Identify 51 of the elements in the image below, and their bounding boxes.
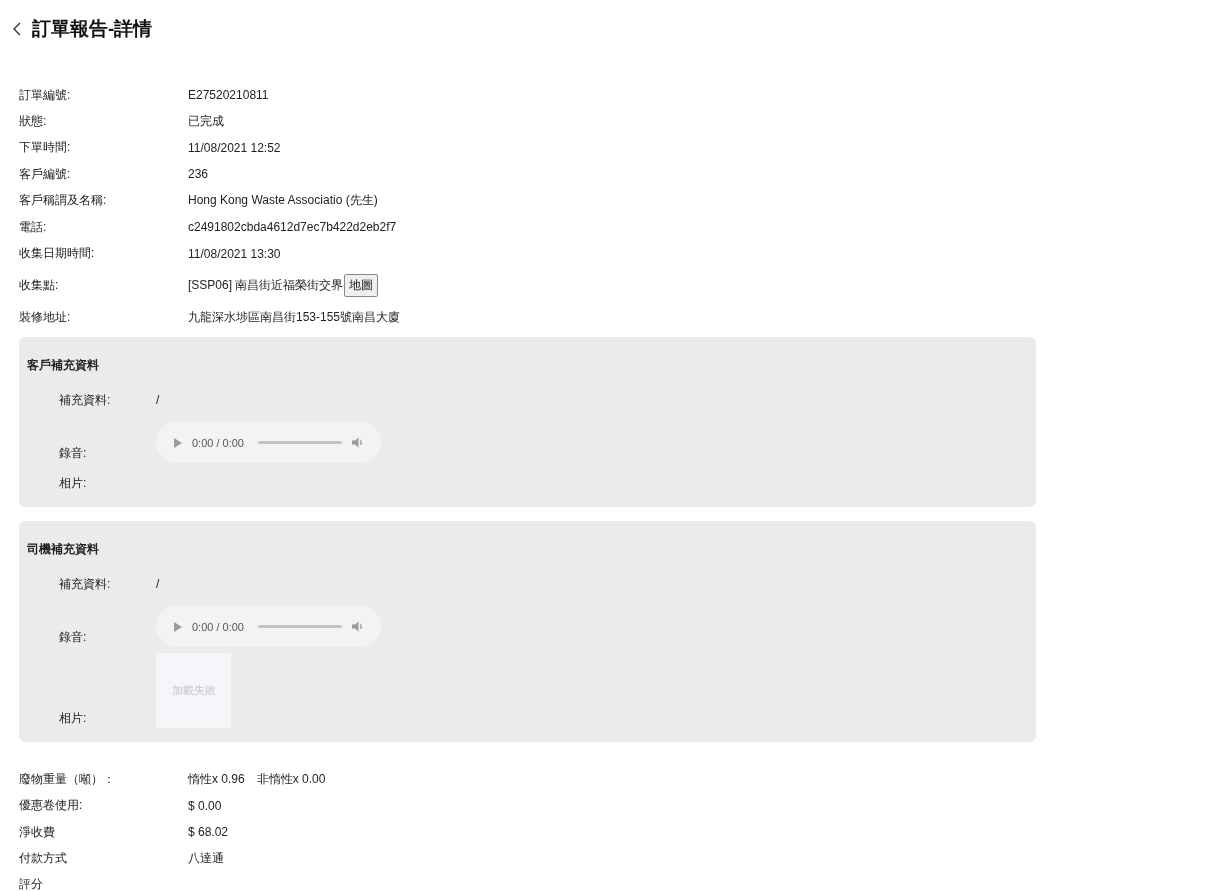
field-label: 客戶編號: — [19, 165, 72, 183]
audio-player[interactable]: 0:00 / 0:00 — [156, 606, 381, 648]
field-label: 付款方式 — [19, 850, 68, 867]
field-value: $ 68.02 — [188, 825, 229, 840]
field-label: 錄音: — [59, 629, 88, 647]
field-label: 下單時間: — [19, 139, 72, 157]
back-icon[interactable] — [12, 21, 22, 37]
field-value: $ 0.00 — [188, 798, 222, 813]
field-label: 補充資料: — [59, 392, 112, 410]
field-label: 裝修地址: — [19, 309, 72, 327]
field-label: 相片: — [59, 475, 88, 493]
audio-progress-track[interactable] — [258, 441, 342, 445]
field-value: / — [156, 577, 160, 592]
field-value: [SSP06] 南昌街近福榮街交界 — [188, 277, 344, 295]
map-button[interactable]: 地圖 — [344, 274, 379, 298]
audio-time: 0:00 / 0:00 — [192, 620, 244, 633]
field-label: 淨收費 — [19, 823, 56, 841]
audio-progress-track[interactable] — [258, 625, 342, 629]
field-label: 相片: — [59, 710, 88, 728]
field-value: 非惰性x 0.00 — [256, 770, 326, 788]
volume-icon[interactable] — [352, 437, 364, 449]
field-label: 錄音: — [59, 445, 88, 463]
play-icon[interactable] — [174, 621, 182, 632]
card-title: 司機補充資料 — [27, 541, 100, 559]
audio-time: 0:00 / 0:00 — [192, 436, 244, 449]
volume-icon[interactable] — [352, 621, 364, 633]
field-value: 八達通 — [188, 850, 224, 867]
field-value: 惰性x 0.96 — [188, 770, 245, 788]
field-value: 已完成 — [188, 113, 224, 131]
field-label: 狀態: — [19, 113, 48, 131]
field-label: 電話: — [19, 218, 48, 236]
field-label: 客戶稱謂及名稱: — [19, 192, 108, 210]
field-value: 11/08/2021 13:30 — [188, 246, 281, 261]
play-icon[interactable] — [174, 437, 182, 448]
field-label: 廢物重量（噸）： — [19, 770, 116, 788]
audio-player[interactable]: 0:00 / 0:00 — [156, 422, 381, 464]
field-value: c2491802cbda4612d7ec7b422d2eb2f7 — [188, 220, 397, 235]
field-value: Hong Kong Waste Associatio (先生) — [188, 192, 378, 210]
field-label: 收集點: — [19, 277, 60, 295]
field-value: 236 — [188, 167, 209, 182]
field-value: / — [156, 393, 160, 408]
field-value: E27520210811 — [188, 88, 269, 103]
field-label: 收集日期時間: — [19, 245, 96, 263]
field-label: 訂單編號: — [19, 86, 72, 104]
field-value: 九龍深水埗區南昌街153-155號南昌大廈 — [188, 309, 401, 327]
field-label: 補充資料: — [59, 576, 112, 594]
card-title: 客戶補充資料 — [27, 357, 100, 375]
field-value: 11/08/2021 12:52 — [188, 140, 281, 155]
page-title: 訂單報告-詳情 — [32, 17, 153, 41]
field-label: 優惠卷使用: — [19, 797, 84, 815]
field-label: 評分 — [19, 876, 44, 891]
